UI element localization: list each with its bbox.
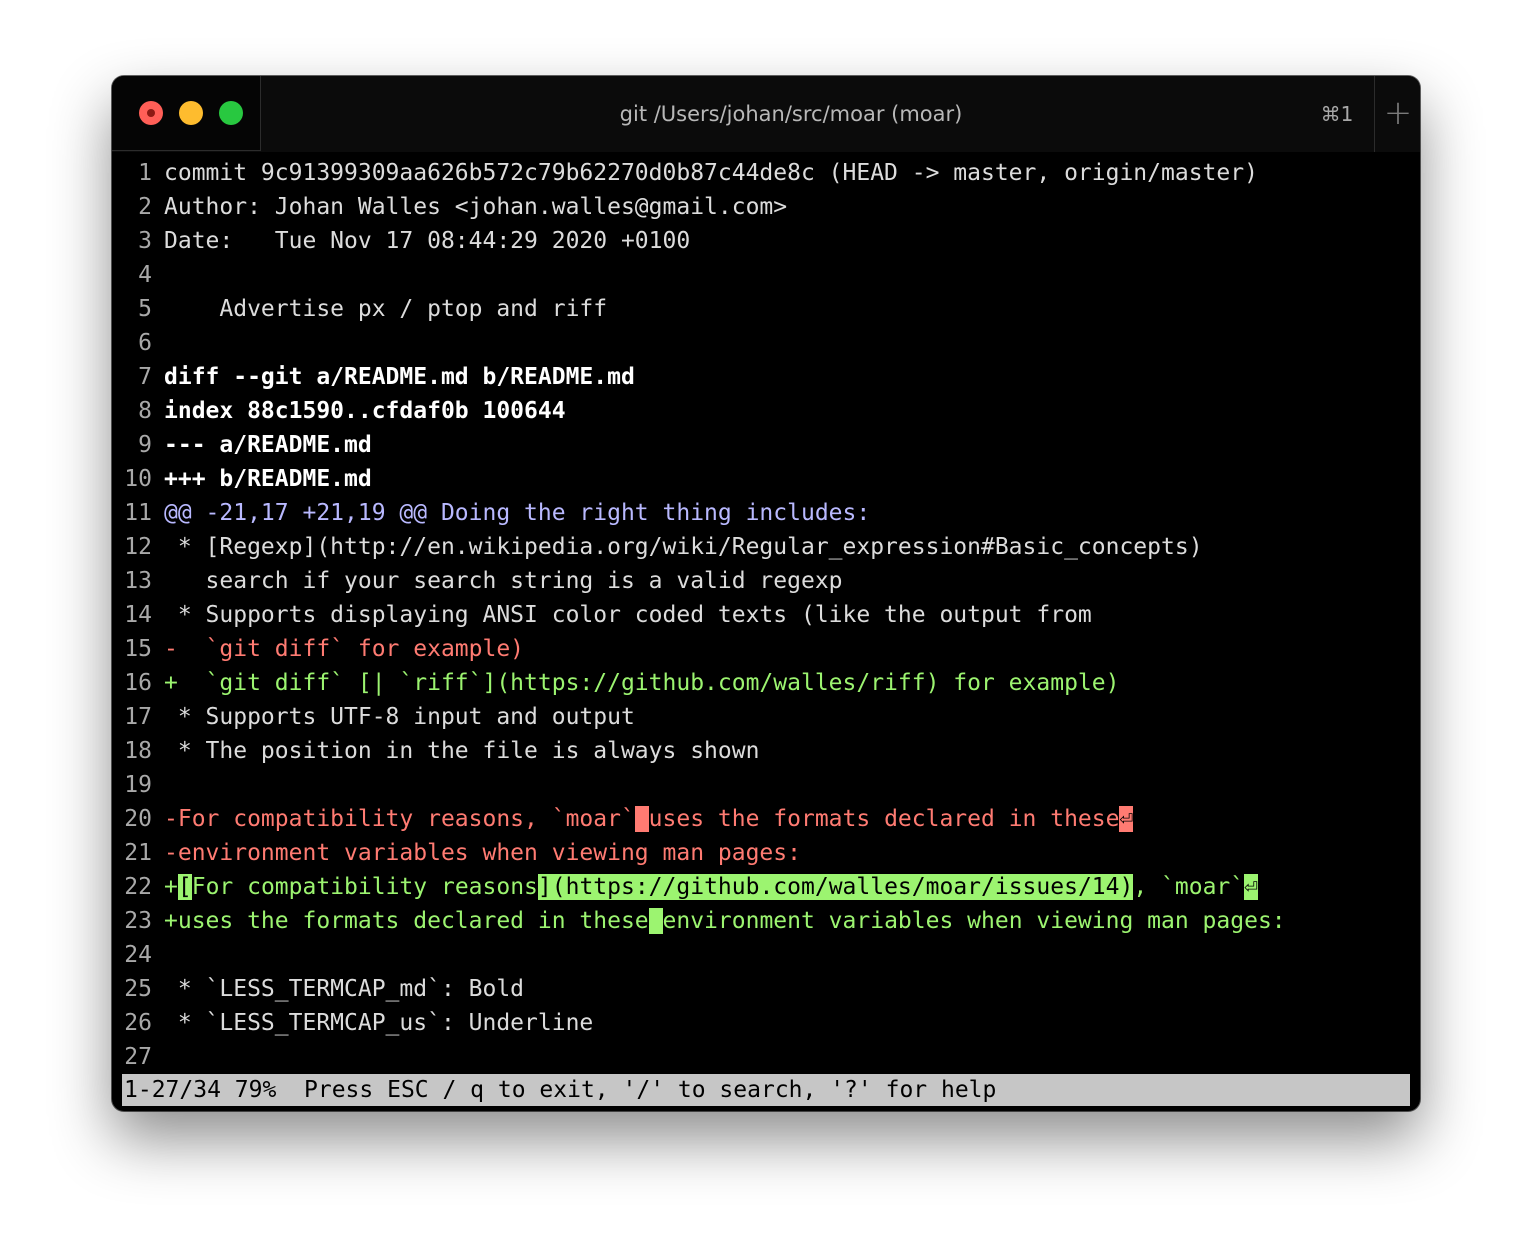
line-number: 10 [124, 466, 152, 492]
line-number: 2 [138, 194, 152, 220]
zoom-button[interactable] [219, 101, 243, 125]
line-text: * The position in the file is always sho… [164, 738, 760, 764]
pager-line: 27 [112, 1040, 1420, 1074]
line-text: @@ -21,17 +21,19 @@ Doing the right thin… [164, 500, 871, 526]
line-number: 21 [124, 840, 152, 866]
line-text: * `LESS_TERMCAP_md`: Bold [164, 976, 525, 1002]
terminal-window: git /Users/johan/src/moar (moar) ⌘1 + 1c… [112, 76, 1420, 1111]
line-text: ⏎ [1119, 806, 1134, 832]
line-number: 3 [138, 228, 152, 254]
line-text: uses the formats declared in these [648, 806, 1120, 832]
line-number: 17 [124, 704, 152, 730]
line-text: index 88c1590..cfdaf0b 100644 [164, 398, 566, 424]
line-text: For compatibility reasons [191, 874, 538, 900]
line-number: 8 [138, 398, 152, 424]
line-text: +++ b/README.md [164, 466, 372, 492]
line-text: + [164, 874, 178, 900]
line-text [634, 806, 649, 832]
line-number: 23 [124, 908, 152, 934]
line-text: Date: Tue Nov 17 08:44:29 2020 +0100 [164, 228, 691, 254]
status-bar: 1-27/34 79% Press ESC / q to exit, '/' t… [122, 1074, 1410, 1106]
line-number: 4 [138, 262, 152, 288]
pager-line: 17 * Supports UTF-8 input and output [112, 700, 1420, 734]
line-number: 9 [138, 432, 152, 458]
line-number: 13 [124, 568, 152, 594]
pager-line: 10 +++ b/README.md [112, 462, 1420, 496]
line-text: search if your search string is a valid … [164, 568, 843, 594]
line-number: 16 [124, 670, 152, 696]
line-number: 6 [138, 330, 152, 356]
line-number: 25 [124, 976, 152, 1002]
window-title: git /Users/johan/src/moar (moar) [619, 102, 963, 126]
line-number: 18 [124, 738, 152, 764]
line-text: Advertise px / ptop and riff [164, 296, 608, 322]
pager-line: 4 [112, 258, 1420, 292]
pager-content[interactable]: 1 commit 9c91399309aa626b572c79b62270d0b8… [112, 156, 1420, 1074]
line-text [648, 908, 663, 934]
line-number: 27 [124, 1044, 152, 1070]
pager-line: 25 * `LESS_TERMCAP_md`: Bold [112, 972, 1420, 1006]
line-text: ⏎ [1244, 874, 1258, 900]
pager-line: 19 [112, 768, 1420, 802]
line-number: 12 [124, 534, 152, 560]
pager-line: 21 -environment variables when viewing ma… [112, 836, 1420, 870]
pager-line: 8 index 88c1590..cfdaf0b 100644 [112, 394, 1420, 428]
close-button[interactable] [139, 101, 163, 125]
pager-line: 12 * [Regexp](http://en.wikipedia.org/wi… [112, 530, 1420, 564]
pager-line: 20 -For compatibility reasons, `moar` use… [112, 802, 1420, 836]
pager-line: 2 Author: Johan Walles <johan.walles@gmai… [112, 190, 1420, 224]
line-text: [ [177, 874, 192, 900]
line-number: 24 [124, 942, 152, 968]
pager-line: 16 + `git diff` [| `riff`](https://github… [112, 666, 1420, 700]
line-number: 7 [138, 364, 152, 390]
pager-line: 22 +[For compatibility reasons](https://g… [112, 870, 1420, 904]
pager-line: 14 * Supports displaying ANSI color code… [112, 598, 1420, 632]
line-text: -environment variables when viewing man … [164, 840, 801, 866]
line-number: 22 [124, 874, 152, 900]
window-controls [112, 76, 261, 151]
line-text: * `LESS_TERMCAP_us`: Underline [164, 1010, 594, 1036]
line-text: --- a/README.md [164, 432, 372, 458]
pager-line: 23 +uses the formats declared in these en… [112, 904, 1420, 938]
line-text: -For compatibility reasons, `moar` [164, 806, 635, 832]
pager-line: 15 - `git diff` for example) [112, 632, 1420, 666]
pager-line: 7 diff --git a/README.md b/README.md [112, 360, 1420, 394]
pager-line: 9 --- a/README.md [112, 428, 1420, 462]
line-text: commit 9c91399309aa626b572c79b62270d0b87… [164, 160, 1258, 186]
plus-icon: + [1383, 93, 1413, 133]
pager-line: 5 Advertise px / ptop and riff [112, 292, 1420, 326]
line-number: 20 [124, 806, 152, 832]
pager-line: 11 @@ -21,17 +21,19 @@ Doing the right th… [112, 496, 1420, 530]
tab-shortcut-label: ⌘1 [1320, 102, 1354, 126]
minimize-button[interactable] [179, 101, 203, 125]
line-text: * Supports UTF-8 input and output [164, 704, 635, 730]
line-number: 11 [124, 500, 152, 526]
line-text: ](https://github.com/walles/moar/issues/… [537, 874, 1134, 900]
pager-line: 1 commit 9c91399309aa626b572c79b62270d0b8… [112, 156, 1420, 190]
line-number: 26 [124, 1010, 152, 1036]
line-text: * Supports displaying ANSI color coded t… [164, 602, 1092, 628]
line-number: 19 [124, 772, 152, 798]
new-tab-button[interactable]: + [1374, 76, 1420, 152]
line-text: , `moar` [1133, 874, 1245, 900]
pager-line: 18 * The position in the file is always … [112, 734, 1420, 768]
pager-line: 24 [112, 938, 1420, 972]
line-text: + `git diff` [| `riff`](https://github.c… [164, 670, 1120, 696]
pager-line: 13 search if your search string is a val… [112, 564, 1420, 598]
line-text: * [Regexp](http://en.wikipedia.org/wiki/… [164, 534, 1203, 560]
line-number: 14 [124, 602, 152, 628]
line-text: diff --git a/README.md b/README.md [164, 364, 635, 390]
line-number: 5 [138, 296, 152, 322]
line-number: 1 [138, 160, 152, 186]
pager-line: 6 [112, 326, 1420, 360]
line-text: - `git diff` for example) [164, 636, 525, 662]
pager-line: 3 Date: Tue Nov 17 08:44:29 2020 +0100 [112, 224, 1420, 258]
title-bar: git /Users/johan/src/moar (moar) ⌘1 + [112, 76, 1420, 152]
line-text: environment variables when viewing man p… [662, 908, 1286, 934]
line-text: +uses the formats declared in these [164, 908, 649, 934]
pager-line: 26 * `LESS_TERMCAP_us`: Underline [112, 1006, 1420, 1040]
line-text: Author: Johan Walles <johan.walles@gmail… [164, 194, 788, 220]
line-number: 15 [124, 636, 152, 662]
